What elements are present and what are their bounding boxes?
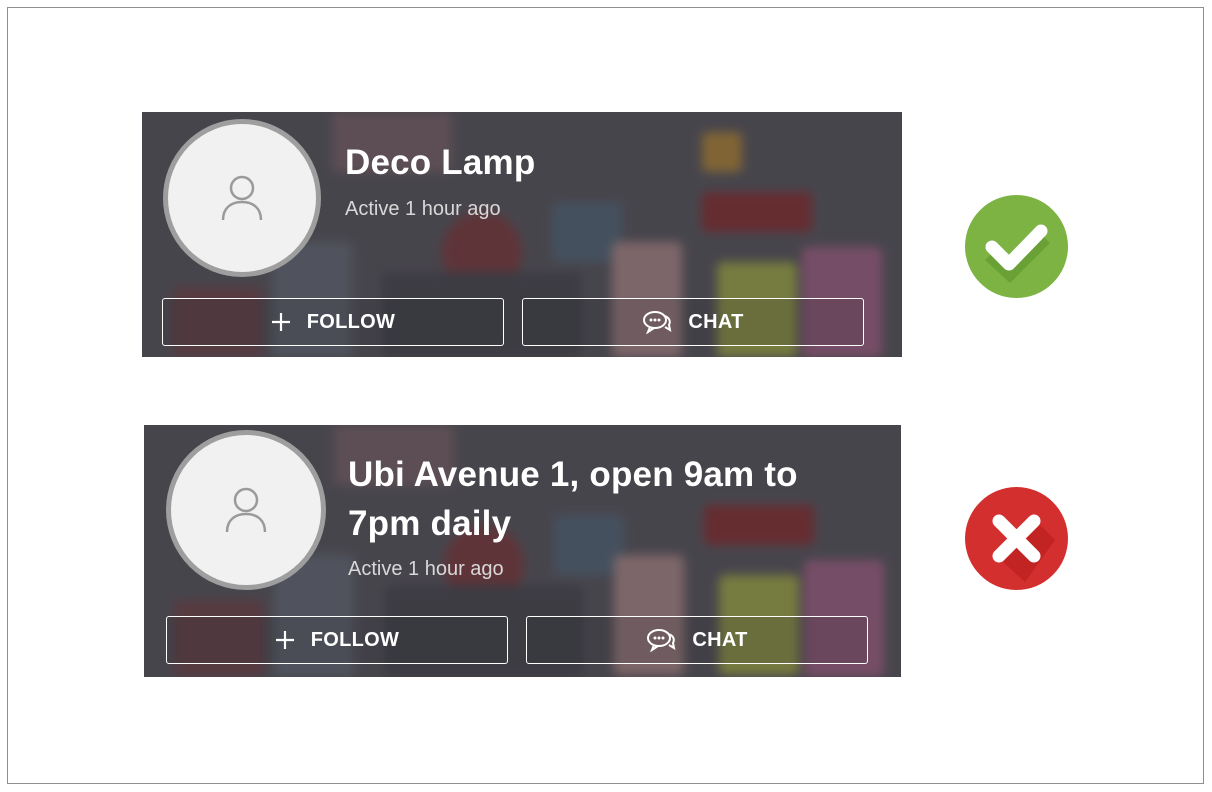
chat-bubbles-icon (646, 628, 676, 652)
follow-label: FOLLOW (306, 310, 396, 333)
shop-header-card-bad: Ubi Avenue 1, open 9am to 7pm daily Acti… (144, 425, 901, 677)
follow-button[interactable]: FOLLOW (166, 616, 508, 664)
shop-avatar[interactable] (166, 430, 326, 590)
store-name: Ubi Avenue 1, open 9am to 7pm daily (348, 455, 798, 543)
chat-label: CHAT (692, 628, 748, 651)
active-status: Active 1 hour ago (345, 198, 501, 220)
chat-button[interactable]: CHAT (522, 298, 864, 346)
user-icon (225, 487, 267, 533)
shop-header-card-good: Deco Lamp Active 1 hour ago FOLLOW CHAT (142, 112, 902, 357)
cross-icon (965, 487, 1068, 590)
plus-icon (271, 312, 291, 332)
chat-button[interactable]: CHAT (526, 616, 868, 664)
follow-label: FOLLOW (310, 628, 400, 651)
follow-button[interactable]: FOLLOW (162, 298, 504, 346)
check-icon (965, 195, 1068, 298)
chat-bubbles-icon (642, 310, 672, 334)
shop-avatar[interactable] (163, 119, 321, 277)
active-status: Active 1 hour ago (348, 558, 504, 580)
chat-label: CHAT (688, 310, 744, 333)
store-name: Deco Lamp (345, 143, 536, 182)
plus-icon (275, 630, 295, 650)
user-icon (221, 175, 263, 221)
